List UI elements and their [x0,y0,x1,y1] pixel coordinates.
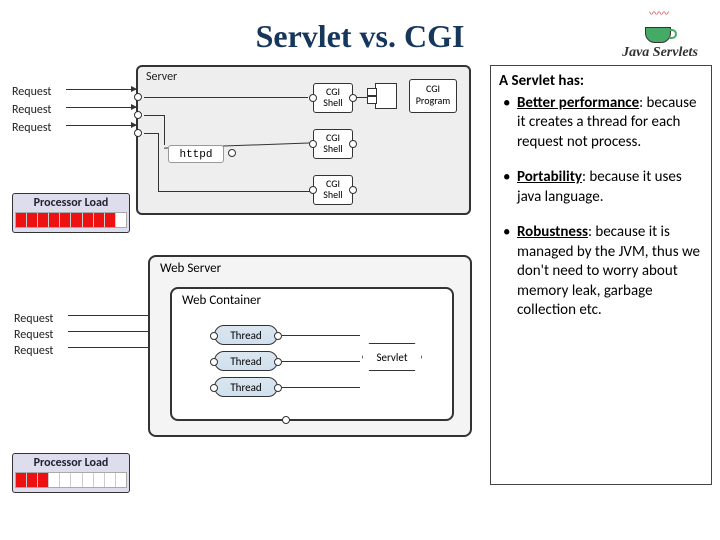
advantage-title: Better performance [517,94,639,112]
request-label: Request [12,101,51,119]
request-arrows [68,315,153,363]
cgi-connector-icon [375,83,397,109]
java-servlets-logo: 〰〰 Java Servlets [610,10,710,70]
panel-heading: A Servlet has: [499,72,703,92]
load-bar [15,472,127,488]
thread-box: Thread [214,351,278,371]
java-cup-icon: 〰〰 [643,19,677,43]
web-server-label: Web Server [160,261,221,276]
request-arrows [66,89,136,143]
request-label: Request [14,343,53,359]
server-label: Server [146,70,177,84]
advantage-title: Robustness [517,223,588,241]
cgi-program-box: CGI Program [409,79,457,113]
request-label: Request [12,83,51,101]
request-label: Request [12,119,51,137]
advantage-item: Robustness: because it is managed by the… [499,223,703,321]
web-container-box: Web Container Thread Thread Thread Servl… [170,287,454,421]
advantage-item: Better performance: because it creates a… [499,94,703,153]
web-container-label: Web Container [182,293,261,308]
web-server-box: Web Server Web Container Thread Thread T… [148,255,472,437]
cgi-shell-box: CGI Shell [313,83,353,113]
thread-box: Thread [214,377,278,397]
request-label: Request [14,327,53,343]
servlet-request-labels: Request Request Request [14,311,53,359]
cgi-server-box: Server httpd CGI Shell CGI Shell CGI She… [136,65,471,215]
logo-text: Java Servlets [622,45,698,61]
processor-load-cgi: Processor Load [12,193,130,233]
advantage-item: Portability: because it uses java langua… [499,168,703,207]
load-bar [15,212,127,228]
cgi-shell-box: CGI Shell [313,129,353,159]
cgi-shell-box: CGI Shell [313,175,353,205]
processor-load-servlet: Processor Load [12,453,130,493]
servlet-box: Servlet [362,343,422,371]
advantages-panel: A Servlet has: Better performance: becau… [490,65,712,485]
advantage-title: Portability [517,168,582,186]
thread-box: Thread [214,325,278,345]
request-label: Request [14,311,53,327]
load-label: Processor Load [15,456,127,470]
cgi-request-labels: Request Request Request [12,83,51,137]
httpd-box: httpd [168,145,224,163]
load-label: Processor Load [15,196,127,210]
